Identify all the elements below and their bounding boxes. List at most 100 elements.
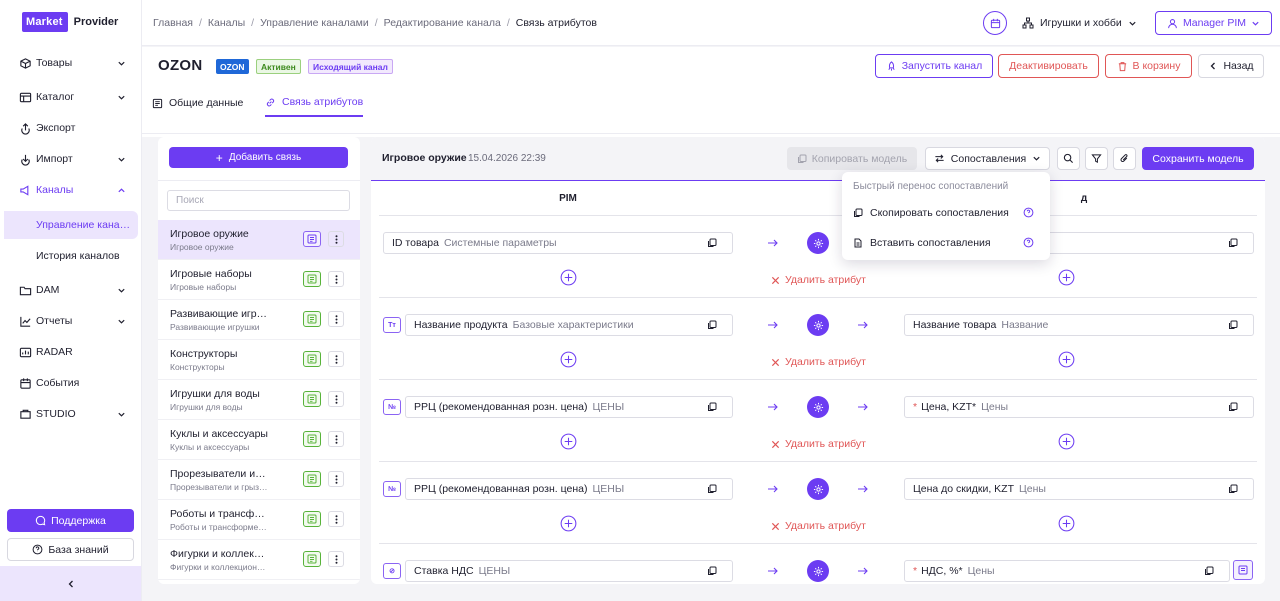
support-button[interactable]: Поддержка [7, 509, 134, 532]
category-item[interactable]: Прорезыватели и грызунки Прорезыватели и… [158, 460, 360, 500]
delete-attribute-button[interactable]: Удалить атрибут [771, 438, 866, 450]
sidebar-item-reports[interactable]: Отчеты [0, 308, 142, 334]
channel-attribute-field[interactable]: Цена до скидки, KZT Цены [904, 478, 1254, 500]
add-pim-attribute-icon[interactable] [560, 433, 577, 450]
channel-attribute-field[interactable]: * НДС, %* Цены [904, 560, 1230, 582]
category-item[interactable]: Игровое оружие Игровое оружие [158, 220, 360, 260]
add-pim-attribute-icon[interactable] [560, 515, 577, 532]
store-selector[interactable]: Игрушки и хобби [1022, 11, 1137, 35]
add-channel-attribute-icon[interactable] [1058, 433, 1075, 450]
copy-icon[interactable] [707, 484, 718, 495]
breadcrumb-edit-channel[interactable]: Редактирование канала [384, 17, 501, 29]
mapping-status-icon[interactable] [303, 351, 321, 367]
more-options-icon[interactable] [328, 231, 344, 247]
breadcrumb-home[interactable]: Главная [153, 17, 193, 29]
deactivate-button[interactable]: Деактивировать [998, 54, 1099, 78]
more-options-icon[interactable] [328, 431, 344, 447]
mapping-status-icon[interactable] [303, 511, 321, 527]
sidebar-item-dam[interactable]: DAM [0, 277, 142, 303]
copy-model-button[interactable]: Копировать модель [787, 147, 917, 170]
copy-icon[interactable] [707, 566, 718, 577]
copy-icon[interactable] [1228, 402, 1239, 413]
copy-icon[interactable] [707, 402, 718, 413]
mapping-status-icon[interactable] [303, 471, 321, 487]
transform-settings-icon[interactable] [807, 478, 829, 500]
transform-settings-icon[interactable] [807, 232, 829, 254]
paste-mappings-menu-item[interactable]: Вставить сопоставления [853, 233, 1043, 253]
category-item[interactable]: Куклы и аксессуары Куклы и аксессуары [158, 420, 360, 460]
add-channel-attribute-icon[interactable] [1058, 515, 1075, 532]
pim-attribute-field[interactable]: Ставка НДС ЦЕНЫ [405, 560, 733, 582]
user-menu-button[interactable]: Manager PIM [1155, 11, 1272, 35]
channel-attribute-field[interactable]: Название товара Название [904, 314, 1254, 336]
mapping-status-icon[interactable] [303, 271, 321, 287]
more-options-icon[interactable] [328, 391, 344, 407]
save-model-button[interactable]: Сохранить модель [1142, 147, 1254, 170]
add-channel-attribute-icon[interactable] [1058, 351, 1075, 368]
more-options-icon[interactable] [328, 551, 344, 567]
search-button[interactable] [1057, 147, 1080, 170]
sidebar-item-catalog[interactable]: Каталог [0, 84, 142, 110]
sidebar-subitem-channel-history[interactable]: История каналов [0, 242, 138, 270]
transform-settings-icon[interactable] [807, 314, 829, 336]
more-options-icon[interactable] [328, 511, 344, 527]
copy-icon[interactable] [1228, 238, 1239, 249]
calendar-button[interactable] [983, 11, 1007, 35]
breadcrumb-channels[interactable]: Каналы [208, 17, 245, 29]
category-item[interactable]: Развивающие игрушки Развивающие игрушки [158, 300, 360, 340]
mapping-status-icon[interactable] [303, 391, 321, 407]
question-circle-icon[interactable] [1023, 207, 1034, 218]
move-to-trash-button[interactable]: В корзину [1105, 54, 1192, 78]
sidebar-item-radar[interactable]: RADAR [0, 339, 142, 365]
breadcrumb-channel-management[interactable]: Управление каналами [260, 17, 369, 29]
category-item[interactable]: Конструкторы Конструкторы [158, 340, 360, 380]
category-item[interactable]: Роботы и трансформеры Роботы и трансформ… [158, 500, 360, 540]
mappings-dropdown-button[interactable]: Сопоставления [925, 147, 1050, 170]
mapping-status-icon[interactable] [303, 231, 321, 247]
mapping-status-icon[interactable] [303, 311, 321, 327]
more-options-icon[interactable] [328, 351, 344, 367]
knowledge-base-button[interactable]: База знаний [7, 538, 134, 561]
add-pim-attribute-icon[interactable] [560, 269, 577, 286]
add-link-button[interactable]: + Добавить связь [169, 147, 348, 168]
attach-button[interactable] [1113, 147, 1136, 170]
channel-attribute-field[interactable]: * Цена, KZT* Цены [904, 396, 1254, 418]
dictionary-icon[interactable] [1233, 560, 1253, 580]
logo[interactable]: Market Provider [22, 12, 118, 32]
delete-attribute-button[interactable]: Удалить атрибут [771, 356, 866, 368]
category-item[interactable]: Фигурки и коллекционные Фигурки и коллек… [158, 540, 360, 580]
mapping-status-icon[interactable] [303, 551, 321, 567]
tab-general-data[interactable]: Общие данные [152, 89, 243, 117]
copy-mappings-menu-item[interactable]: Скопировать сопоставления [853, 203, 1043, 223]
filter-button[interactable] [1085, 147, 1108, 170]
category-item[interactable]: Игрушки для воды Игрушки для воды [158, 380, 360, 420]
delete-attribute-button[interactable]: Удалить атрибут [771, 520, 866, 532]
category-search-input[interactable] [167, 190, 350, 211]
collapse-sidebar-button[interactable] [0, 566, 141, 601]
add-pim-attribute-icon[interactable] [560, 351, 577, 368]
add-channel-attribute-icon[interactable] [1058, 269, 1075, 286]
mapping-status-icon[interactable] [303, 431, 321, 447]
sidebar-item-studio[interactable]: STUDIO [0, 401, 142, 427]
pim-attribute-field[interactable]: РРЦ (рекомендованная розн. цена) ЦЕНЫ [405, 478, 733, 500]
sidebar-item-export[interactable]: Экспорт [0, 115, 142, 141]
category-item[interactable]: Игровые наборы Игровые наборы [158, 260, 360, 300]
transform-settings-icon[interactable] [807, 396, 829, 418]
more-options-icon[interactable] [328, 311, 344, 327]
pim-attribute-field[interactable]: ID товара Системные параметры [383, 232, 733, 254]
copy-icon[interactable] [707, 320, 718, 331]
sidebar-item-events[interactable]: События [0, 370, 142, 396]
question-circle-icon[interactable] [1023, 237, 1034, 248]
delete-attribute-button[interactable]: Удалить атрибут [771, 274, 866, 286]
more-options-icon[interactable] [328, 471, 344, 487]
sidebar-subitem-channel-management[interactable]: Управление каналами [4, 211, 138, 239]
sidebar-item-channels[interactable]: Каналы [0, 177, 142, 203]
pim-attribute-field[interactable]: РРЦ (рекомендованная розн. цена) ЦЕНЫ [405, 396, 733, 418]
sidebar-item-products[interactable]: Товары [0, 50, 142, 76]
copy-icon[interactable] [707, 238, 718, 249]
back-button[interactable]: Назад [1198, 54, 1264, 78]
copy-icon[interactable] [1228, 484, 1239, 495]
copy-icon[interactable] [1228, 320, 1239, 331]
more-options-icon[interactable] [328, 271, 344, 287]
copy-icon[interactable] [1204, 566, 1215, 577]
